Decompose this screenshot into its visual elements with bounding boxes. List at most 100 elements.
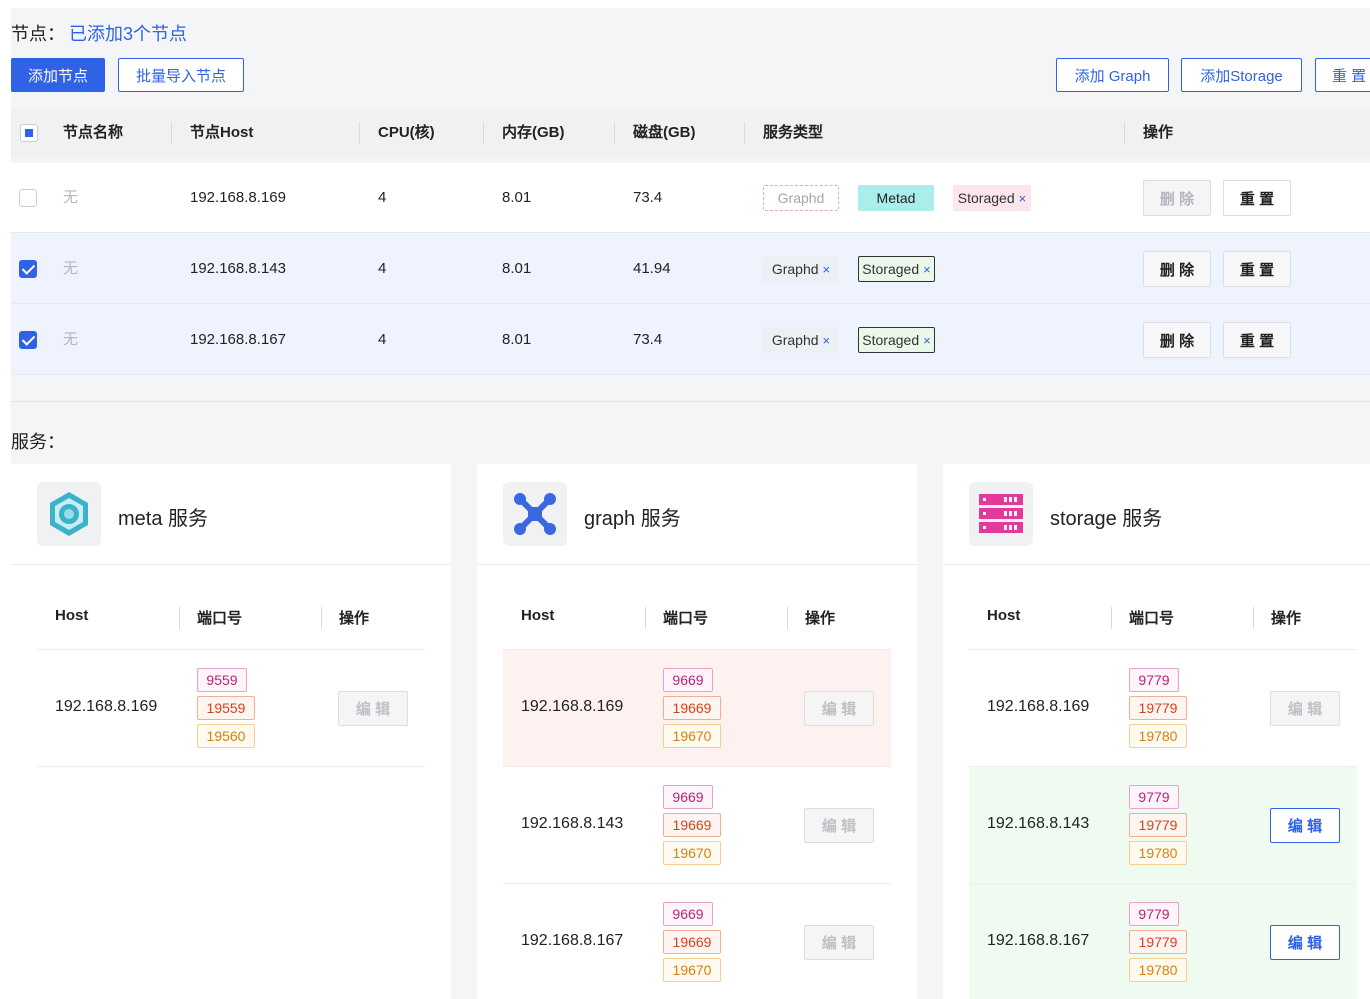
- card-title: graph 服务: [584, 508, 681, 530]
- graph-service-card: graph 服务 Host 端口号 操作 192.168.8.169 9669 …: [477, 464, 917, 999]
- service-tag-graphd[interactable]: Graphd: [763, 185, 839, 211]
- port-tag: 9779: [1129, 902, 1179, 926]
- row-checkbox[interactable]: [19, 189, 37, 207]
- service-tag-metad[interactable]: Metad: [858, 185, 934, 211]
- port-tag: 19780: [1129, 958, 1187, 982]
- select-all-checkbox[interactable]: [20, 124, 38, 142]
- node-name: 无: [63, 331, 79, 348]
- service-row: 192.168.8.169 9669 19669 19670 编 辑: [503, 650, 891, 767]
- service-host: 192.168.8.143: [987, 815, 1090, 832]
- node-disk: 73.4: [633, 189, 663, 206]
- port-tag: 9669: [663, 668, 713, 692]
- col-actions: 操作: [805, 610, 836, 627]
- service-tag-graphd[interactable]: Graphd ×: [763, 256, 839, 282]
- port-tag: 19670: [663, 958, 721, 982]
- node-name: 无: [63, 260, 79, 277]
- delete-button[interactable]: 删 除: [1143, 180, 1211, 216]
- port-tag: 9669: [663, 785, 713, 809]
- column-divider: [744, 122, 745, 144]
- delete-button[interactable]: 删 除: [1143, 322, 1211, 358]
- node-host: 192.168.8.169: [190, 189, 286, 206]
- reset-row-button[interactable]: 重 置: [1223, 322, 1291, 358]
- service-row: 192.168.8.167 9779 19779 19780 编 辑: [969, 884, 1357, 999]
- col-actions: 操作: [1271, 610, 1302, 627]
- row-checkbox[interactable]: [19, 260, 37, 278]
- column-divider: [645, 607, 646, 629]
- service-tag-storaged[interactable]: Storaged ×: [858, 256, 935, 282]
- port-tag: 19669: [663, 930, 721, 954]
- service-host: 192.168.8.143: [521, 815, 624, 832]
- nodes-label: 节点：: [11, 24, 65, 44]
- node-cpu: 4: [378, 189, 387, 206]
- port-tag: 19779: [1129, 930, 1187, 954]
- reset-row-button[interactable]: 重 置: [1223, 180, 1291, 216]
- card-header: storage 服务: [943, 464, 1370, 565]
- node-memory: 8.01: [502, 260, 532, 277]
- port-tag: 19670: [663, 724, 721, 748]
- service-tag-label: Storaged: [957, 190, 1015, 206]
- remove-tag-icon[interactable]: ×: [923, 262, 931, 277]
- card-title: meta 服务: [118, 508, 209, 530]
- add-node-button[interactable]: 添加节点: [11, 58, 105, 92]
- port-tag: 19670: [663, 841, 721, 865]
- col-port: 端口号: [197, 610, 243, 627]
- service-tag-storaged[interactable]: Storaged ×: [953, 185, 1031, 211]
- service-tag-label: Storaged: [862, 332, 920, 348]
- node-memory: 8.01: [502, 189, 532, 206]
- remove-tag-icon[interactable]: ×: [923, 333, 931, 348]
- service-row: 192.168.8.169 9779 19779 19780 编 辑: [969, 650, 1357, 767]
- import-nodes-button[interactable]: 批量导入节点: [118, 58, 244, 92]
- port-tag: 19669: [663, 696, 721, 720]
- port-tag: 19560: [197, 724, 255, 748]
- column-divider: [1253, 607, 1254, 629]
- delete-button[interactable]: 删 除: [1143, 251, 1211, 287]
- service-tag-graphd[interactable]: Graphd ×: [763, 327, 839, 353]
- service-tag-label: Storaged: [862, 261, 920, 277]
- col-host: Host: [55, 607, 89, 624]
- table-row: 无 192.168.8.167 4 8.01 73.4 Graphd × Stor…: [11, 305, 1370, 375]
- edit-button[interactable]: 编 辑: [1270, 925, 1340, 960]
- node-host: 192.168.8.167: [190, 331, 286, 348]
- add-storage-button[interactable]: 添加Storage: [1181, 58, 1302, 92]
- node-table-header: 节点名称 节点Host CPU(核) 内存(GB) 磁盘(GB) 服务类型 操作: [11, 108, 1370, 158]
- reset-row-button[interactable]: 重 置: [1223, 251, 1291, 287]
- services-label: 服务：: [11, 432, 65, 452]
- edit-button[interactable]: 编 辑: [338, 691, 408, 726]
- remove-tag-icon[interactable]: ×: [1019, 191, 1027, 206]
- edit-button[interactable]: 编 辑: [804, 925, 874, 960]
- remove-tag-icon[interactable]: ×: [823, 262, 831, 277]
- remove-tag-icon[interactable]: ×: [823, 333, 831, 348]
- service-tag-label: Metad: [876, 190, 916, 206]
- section-divider: [11, 401, 1370, 402]
- nodes-count: 已添加3个节点: [69, 24, 188, 44]
- service-host: 192.168.8.167: [987, 932, 1090, 949]
- graph-network-icon: [503, 482, 567, 546]
- node-memory: 8.01: [502, 331, 532, 348]
- col-actions: 操作: [339, 610, 370, 627]
- edit-button[interactable]: 编 辑: [1270, 808, 1340, 843]
- card-title: storage 服务: [1050, 508, 1163, 530]
- row-checkbox[interactable]: [19, 331, 37, 349]
- col-host: Host: [987, 607, 1021, 624]
- column-divider: [1111, 607, 1112, 629]
- col-actions: 操作: [1143, 124, 1174, 141]
- reset-all-button[interactable]: 重 置: [1315, 58, 1370, 92]
- service-host: 192.168.8.169: [55, 698, 158, 715]
- column-divider: [179, 607, 180, 629]
- service-tag-storaged[interactable]: Storaged ×: [858, 327, 935, 353]
- port-tag: 19779: [1129, 696, 1187, 720]
- node-disk: 41.94: [633, 260, 671, 277]
- col-node-name: 节点名称: [63, 124, 124, 141]
- add-graph-button[interactable]: 添加 Graph: [1056, 58, 1169, 92]
- column-divider: [787, 607, 788, 629]
- edit-button[interactable]: 编 辑: [804, 808, 874, 843]
- edit-button[interactable]: 编 辑: [804, 691, 874, 726]
- column-divider: [1124, 122, 1125, 144]
- port-tag: 9559: [197, 668, 247, 692]
- column-divider: [321, 607, 322, 629]
- port-tag: 9669: [663, 902, 713, 926]
- edit-button[interactable]: 编 辑: [1270, 691, 1340, 726]
- port-tag: 9779: [1129, 668, 1179, 692]
- service-row: 192.168.8.169 9559 19559 19560 编 辑: [37, 650, 425, 767]
- card-header: graph 服务: [477, 464, 917, 565]
